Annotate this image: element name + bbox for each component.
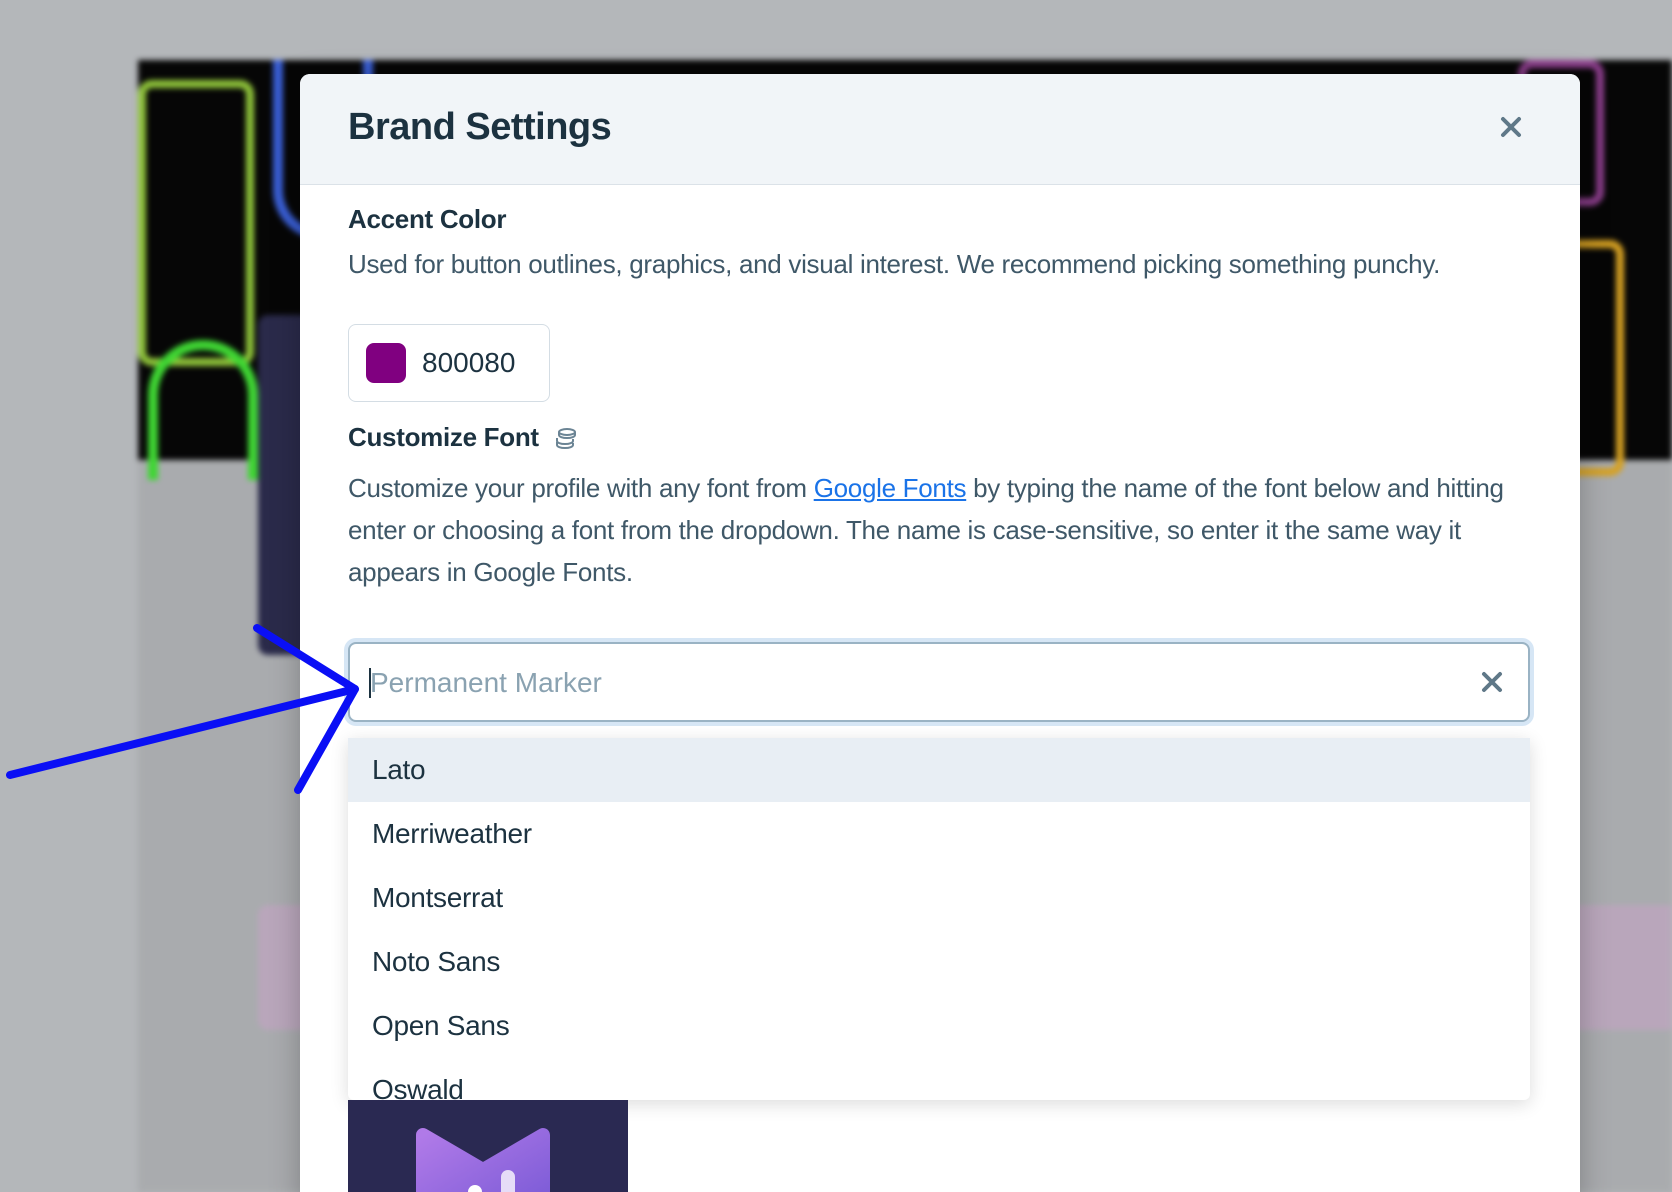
- logo-mark-icon: [416, 1128, 550, 1192]
- close-button[interactable]: [1494, 110, 1528, 144]
- accent-color-value: 800080: [422, 347, 516, 378]
- font-option[interactable]: Noto Sans: [348, 930, 1530, 994]
- font-search-field[interactable]: [348, 642, 1530, 722]
- clear-icon: [1482, 672, 1502, 692]
- clear-input-button[interactable]: [1476, 666, 1508, 698]
- close-icon: [1501, 117, 1521, 137]
- font-option[interactable]: Montserrat: [348, 866, 1530, 930]
- coins-stack-icon: [555, 427, 576, 449]
- app-logo: [348, 1100, 628, 1192]
- customize-font-description: Customize your profile with any font fro…: [348, 473, 1504, 587]
- accent-color-section: Accent Color Used for button outlines, g…: [348, 204, 1532, 285]
- modal-header: Brand Settings: [300, 74, 1580, 185]
- google-fonts-link[interactable]: Google Fonts: [814, 473, 967, 503]
- accent-color-label: Accent Color: [348, 204, 507, 234]
- font-option[interactable]: Open Sans: [348, 994, 1530, 1058]
- customize-font-section: Customize Font Customize your profile wi…: [348, 422, 1532, 593]
- brand-settings-modal: Brand Settings Accent Color Used for but…: [300, 74, 1580, 1192]
- font-dropdown: Lato Merriweather Montserrat Noto Sans O…: [348, 738, 1530, 1100]
- modal-title: Brand Settings: [348, 106, 612, 148]
- font-option[interactable]: Oswald: [348, 1058, 1530, 1100]
- font-option[interactable]: Lato: [348, 738, 1530, 802]
- color-swatch[interactable]: [366, 343, 406, 383]
- font-option[interactable]: Merriweather: [348, 802, 1530, 866]
- accent-color-description: Used for button outlines, graphics, and …: [348, 249, 1441, 279]
- customize-font-label: Customize Font: [348, 422, 1532, 453]
- font-search-input[interactable]: [368, 644, 1452, 722]
- accent-color-picker[interactable]: 800080: [348, 324, 550, 402]
- text-caret: [369, 668, 371, 698]
